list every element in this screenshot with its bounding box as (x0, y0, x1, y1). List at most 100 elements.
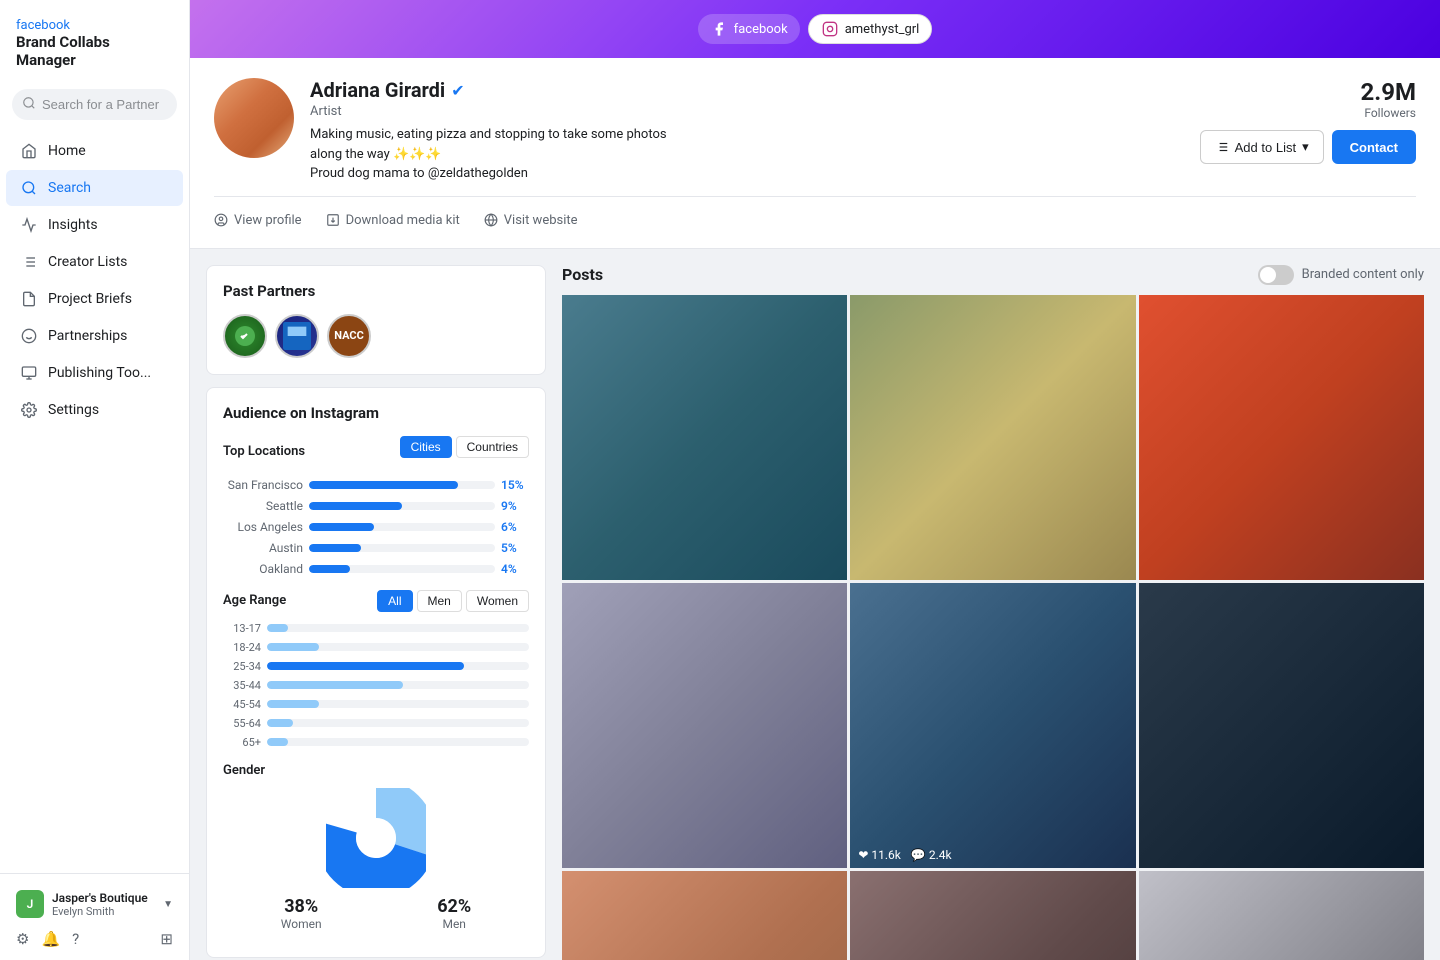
help-icon[interactable]: ? (72, 930, 79, 948)
post-5-stats: ❤ 11.6k 💬 2.4k (858, 848, 951, 862)
handshake-icon (20, 327, 38, 345)
post-3[interactable] (1139, 295, 1424, 580)
content-area: Past Partners NACC Audience on Instagram (190, 249, 1440, 960)
profile-top: Adriana Girardi ✔ Artist Making music, e… (214, 78, 1416, 184)
location-row-oakland: Oakland 4% (223, 562, 529, 576)
post-1[interactable] (562, 295, 847, 580)
sidebar-item-home[interactable]: Home (6, 133, 183, 169)
search-input[interactable] (42, 97, 167, 112)
post-6[interactable] (1139, 583, 1424, 868)
main-content: facebook amethyst_grl Adriana Girardi ✔ … (190, 0, 1440, 960)
post-8[interactable] (850, 871, 1135, 960)
post-9[interactable] (1139, 871, 1424, 960)
gender-labels: 38% Women 62% Men (223, 896, 529, 931)
account-switcher[interactable]: J Jasper's Boutique Evelyn Smith ▼ (12, 884, 177, 924)
partner-avatar-2[interactable] (275, 314, 319, 358)
partner-avatar-1[interactable] (223, 314, 267, 358)
post-2[interactable] (850, 295, 1135, 580)
sidebar-item-search-label: Search (48, 180, 91, 196)
verified-icon: ✔ (451, 81, 464, 100)
branded-toggle-label: Branded content only (1302, 267, 1424, 282)
location-row-la: Los Angeles 6% (223, 520, 529, 534)
age-row-18-24: 18-24 (223, 641, 529, 654)
profile-role: Artist (310, 104, 1184, 119)
website-icon (484, 213, 498, 227)
age-label-35-44: 35-44 (223, 679, 261, 692)
age-bar-55-64 (267, 719, 529, 727)
location-name-la: Los Angeles (223, 520, 303, 534)
location-row-austin: Austin 5% (223, 541, 529, 555)
partners-list: NACC (223, 314, 529, 358)
post-7[interactable] (562, 871, 847, 960)
age-label-25-34: 25-34 (223, 660, 261, 673)
profile-name: Adriana Girardi (310, 78, 445, 102)
list-icon (20, 253, 38, 271)
sidebar-item-search[interactable]: Search (6, 170, 183, 206)
location-pct-austin: 5% (501, 541, 529, 555)
top-locations-subtitle: Top Locations (223, 444, 305, 459)
platform-tab-instagram[interactable]: amethyst_grl (808, 14, 933, 44)
location-bar-austin (309, 544, 495, 552)
past-partners-card: Past Partners NACC (206, 265, 546, 375)
men-name: Men (437, 917, 471, 931)
platform-tab-facebook[interactable]: facebook (698, 14, 800, 44)
posts-grid: ❤ 11.6k 💬 2.4k (562, 295, 1424, 960)
sidebar-item-publishing-tools[interactable]: Publishing Too... (6, 355, 183, 391)
location-bar-seattle (309, 502, 495, 510)
instagram-tab-label: amethyst_grl (845, 22, 920, 37)
settings-footer-icon[interactable]: ⚙ (16, 930, 29, 948)
account-info: Jasper's Boutique Evelyn Smith (52, 891, 155, 918)
search-wrap (0, 81, 189, 128)
left-panel: Past Partners NACC Audience on Instagram (206, 265, 546, 960)
audience-card: Audience on Instagram Top Locations Citi… (206, 387, 546, 958)
layout-icon[interactable]: ⊞ (160, 930, 173, 948)
women-filter-btn[interactable]: Women (466, 590, 529, 612)
add-to-list-button[interactable]: Add to List ▾ (1200, 130, 1324, 164)
profile-card: Adriana Girardi ✔ Artist Making music, e… (190, 58, 1440, 249)
notifications-icon[interactable]: 🔔 (41, 930, 60, 948)
view-profile-link[interactable]: View profile (214, 209, 302, 232)
profile-stats: 2.9M Followers Add to List ▾ Contact (1200, 78, 1416, 164)
location-name-seattle: Seattle (223, 499, 303, 513)
logo-title: Brand Collabs Manager (16, 33, 173, 69)
visit-website-link[interactable]: Visit website (484, 209, 578, 232)
sidebar-item-insights[interactable]: Insights (6, 207, 183, 243)
download-icon (326, 213, 340, 227)
sidebar-item-project-briefs[interactable]: Project Briefs (6, 281, 183, 317)
account-user: Evelyn Smith (52, 905, 155, 918)
cities-filter-btn[interactable]: Cities (400, 436, 452, 458)
download-media-kit-link[interactable]: Download media kit (326, 209, 460, 232)
followers-label: Followers (1200, 106, 1416, 120)
gender-chart: 38% Women 62% Men (223, 788, 529, 931)
location-bar-oakland (309, 565, 495, 573)
post-4[interactable] (562, 583, 847, 868)
countries-filter-btn[interactable]: Countries (456, 436, 529, 458)
toggle-switch[interactable] (1258, 265, 1294, 285)
search-box[interactable] (12, 89, 177, 120)
sidebar-item-home-label: Home (48, 143, 86, 159)
sidebar-item-settings[interactable]: Settings (6, 392, 183, 428)
age-range-section: Age Range All Men Women 13-17 18-24 (223, 590, 529, 749)
sidebar-item-insights-label: Insights (48, 217, 98, 233)
partner-avatar-3[interactable]: NACC (327, 314, 371, 358)
contact-button[interactable]: Contact (1332, 130, 1416, 164)
sidebar-item-partnerships-label: Partnerships (48, 328, 127, 344)
account-avatar: J (16, 890, 44, 918)
men-filter-btn[interactable]: Men (417, 590, 462, 612)
logo-facebook: facebook (16, 18, 173, 33)
profile-nav: View profile Download media kit Visit we… (214, 196, 1416, 232)
all-filter-btn[interactable]: All (377, 590, 412, 612)
age-row-65plus: 65+ (223, 736, 529, 749)
women-label: 38% Women (281, 896, 322, 931)
sidebar-footer: J Jasper's Boutique Evelyn Smith ▼ ⚙ 🔔 ?… (0, 873, 189, 960)
sidebar-item-partnerships[interactable]: Partnerships (6, 318, 183, 354)
age-label-65plus: 65+ (223, 736, 261, 749)
sidebar-item-creator-lists[interactable]: Creator Lists (6, 244, 183, 280)
branded-content-toggle[interactable]: Branded content only (1258, 265, 1424, 285)
post-5[interactable]: ❤ 11.6k 💬 2.4k (850, 583, 1135, 868)
sidebar-item-publishing-tools-label: Publishing Too... (48, 365, 151, 381)
sidebar-item-settings-label: Settings (48, 402, 99, 418)
post-5-comments: 💬 2.4k (911, 848, 952, 862)
location-bar-la (309, 523, 495, 531)
search-icon (22, 95, 36, 114)
